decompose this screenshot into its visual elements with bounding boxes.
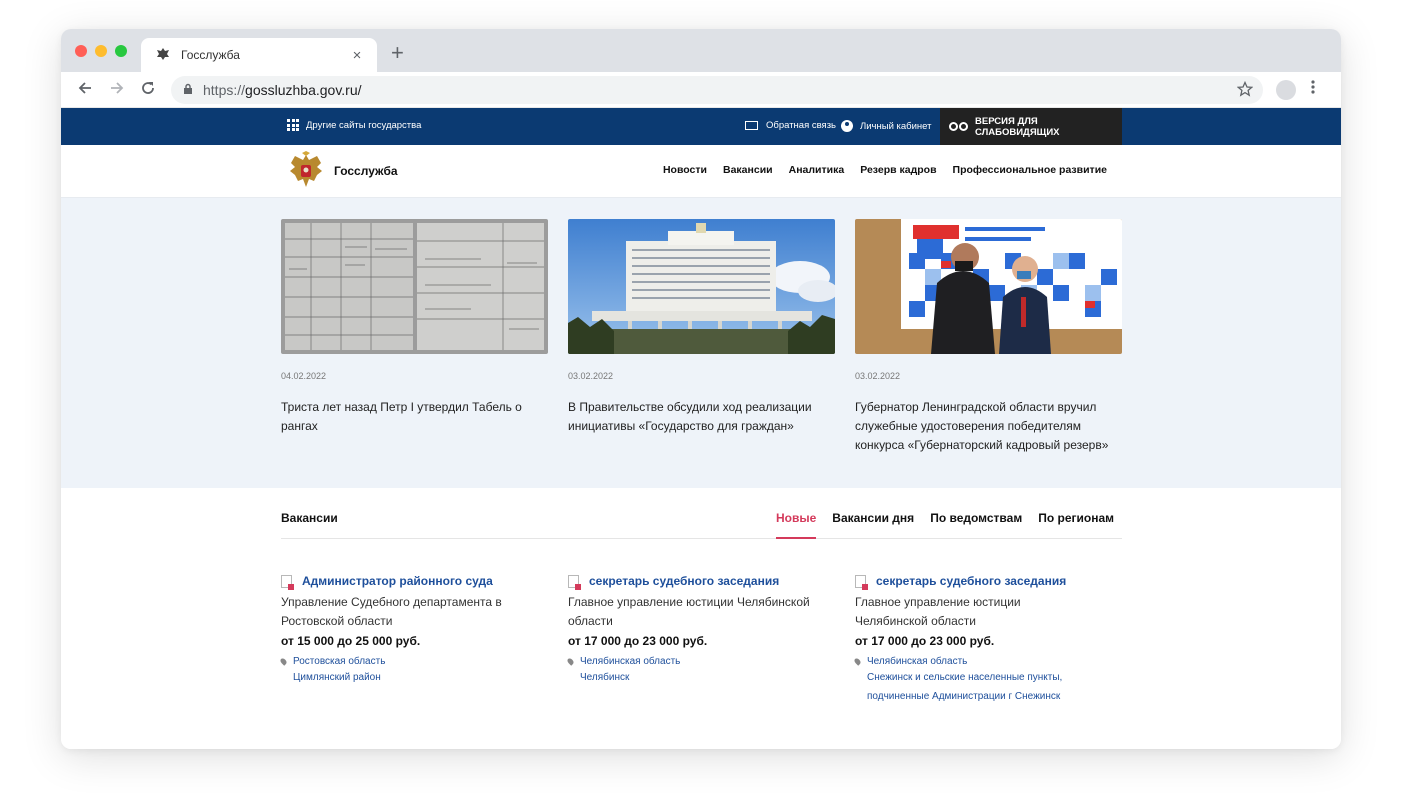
location-pin-icon [566,657,575,666]
vacancy-org: Главное управление юстиции Челябинской о… [568,595,810,628]
location-pin-icon [279,657,288,666]
vacancy-region: Челябинская область [867,656,968,667]
tab-regions[interactable]: По регионам [1038,511,1114,539]
vacancy-title-link[interactable]: Администратор районного суда [281,574,531,590]
vacancy-item: Администратор районного суда Управление … [279,574,531,687]
vacancy-title: секретарь судебного заседания [589,574,780,588]
news-card: 04.02.2022 Триста лет назад Петр I утвер… [281,219,548,436]
tab-departments[interactable]: По ведомствам [930,511,1022,539]
news-title[interactable]: Триста лет назад Петр I утвердил Табель … [281,398,548,436]
close-window-button[interactable] [75,45,87,57]
main-menu: Новости Вакансии Аналитика Резерв кадров… [663,164,1107,176]
site-header: Госслужба Новости Вакансии Аналитика Рез… [61,145,1341,198]
document-icon [568,574,581,590]
maximize-window-button[interactable] [115,45,127,57]
eagle-favicon-icon [155,47,171,63]
vacancy-salary: от 17 000 до 23 000 руб. [568,634,708,648]
webpage: Другие сайты государства Обратная связь … [61,108,1341,749]
cabinet-link[interactable]: Личный кабинет [841,120,931,132]
news-card: 03.02.2022 В Правительстве обсудили ход … [568,219,835,436]
grid-icon [287,119,299,131]
menu-item-development[interactable]: Профессиональное развитие [953,164,1107,176]
vacancy-district[interactable]: Челябинск [568,668,818,687]
vacancies-label: Вакансии [281,511,338,525]
close-tab-icon[interactable]: × [349,47,365,64]
vacancy-region: Ростовская область [293,656,386,667]
browser-window: Госслужба × + https://gossluzhba.gov.ru/ [61,29,1341,749]
tab-bar: Госслужба × + [61,29,1341,72]
news-card: 03.02.2022 Губернатор Ленинградской обла… [855,219,1122,455]
top-utility-bar: Другие сайты государства Обратная связь … [61,108,1341,145]
vacancy-org: Главное управление юстиции Челябинской о… [855,595,1021,628]
vacancy-title-link[interactable]: секретарь судебного заседания [568,574,818,590]
vacancy-title-link[interactable]: секретарь судебного заседания [855,574,1087,590]
tab-day[interactable]: Вакансии дня [832,511,914,539]
vacancy-district[interactable]: Снежинск и сельские населенные пункты, п… [855,668,1087,706]
lock-icon [183,83,193,98]
vacancy-salary: от 17 000 до 23 000 руб. [855,634,995,648]
vision-impaired-button[interactable]: ВЕРСИЯ ДЛЯ СЛАБОВИДЯЩИХ [940,108,1122,145]
menu-item-analytics[interactable]: Аналитика [789,164,845,176]
browser-menu-icon[interactable] [1311,79,1315,101]
forward-icon[interactable] [107,80,127,100]
menu-item-vacancies[interactable]: Вакансии [723,164,773,176]
feedback-label: Обратная связь [766,120,836,131]
site-name: Госслужба [334,164,398,178]
vacancy-region-link[interactable]: Ростовская область [279,656,531,667]
user-icon [841,120,853,132]
url-input[interactable]: https://gossluzhba.gov.ru/ [171,76,1263,104]
url-scheme: https:// [203,82,246,98]
reload-icon[interactable] [138,80,158,100]
site-logo[interactable]: Госслужба [287,151,398,191]
vacancy-title: Администратор районного суда [302,574,493,588]
news-section: 04.02.2022 Триста лет назад Петр I утвер… [61,198,1341,488]
news-date: 04.02.2022 [281,371,327,381]
menu-item-news[interactable]: Новости [663,164,707,176]
vacancies-section: Вакансии Новые Вакансии дня По ведомства… [61,488,1341,749]
address-bar: https://gossluzhba.gov.ru/ [61,72,1341,108]
glasses-icon [949,122,968,131]
archive-document-image[interactable] [281,219,548,354]
news-title[interactable]: Губернатор Ленинградской области вручил … [855,398,1122,455]
news-date: 03.02.2022 [568,371,614,381]
coat-of-arms-icon [287,151,325,191]
vacancy-title: секретарь судебного заседания [876,574,1067,588]
feedback-link[interactable]: Обратная связь [745,120,836,131]
vacancy-org: Управление Судебного департамента в Рост… [281,595,502,628]
vacancy-item: секретарь судебного заседания Главное уп… [853,574,1087,706]
vacancy-item: секретарь судебного заседания Главное уп… [566,574,818,687]
tab-title: Госслужба [181,48,240,62]
browser-tab[interactable]: Госслужба × [141,38,377,72]
vacancy-region-link[interactable]: Челябинская область [566,656,818,667]
news-title[interactable]: В Правительстве обсудили ход реализации … [568,398,835,436]
menu-item-reserve[interactable]: Резерв кадров [860,164,936,176]
vacancy-salary: от 15 000 до 25 000 руб. [281,634,421,648]
back-icon[interactable] [75,80,95,100]
news-date: 03.02.2022 [855,371,901,381]
bookmark-star-icon[interactable] [1236,80,1254,102]
other-sites-label: Другие сайты государства [306,119,422,131]
governor-ceremony-image[interactable] [855,219,1122,354]
other-sites-link[interactable]: Другие сайты государства [287,119,421,131]
cabinet-label: Личный кабинет [860,120,932,132]
document-icon [855,574,868,590]
vacancy-tabs: Новые Вакансии дня По ведомствам По реги… [775,511,1114,539]
window-controls [75,45,127,57]
vacancy-region-link[interactable]: Челябинская область [853,656,1087,667]
url-host: gossluzhba.gov.ru/ [245,82,362,98]
mail-icon [745,121,758,130]
vacancies-header: Вакансии Новые Вакансии дня По ведомства… [281,508,1122,539]
minimize-window-button[interactable] [95,45,107,57]
document-icon [281,574,294,590]
location-pin-icon [853,657,862,666]
tab-new[interactable]: Новые [775,511,817,539]
vision-label: ВЕРСИЯ ДЛЯ СЛАБОВИДЯЩИХ [975,115,1060,138]
new-tab-button[interactable]: + [391,42,404,64]
vacancy-district[interactable]: Цимлянский район [281,668,531,687]
vacancy-region: Челябинская область [580,656,681,667]
profile-avatar[interactable] [1276,80,1296,100]
government-building-image[interactable] [568,219,835,354]
